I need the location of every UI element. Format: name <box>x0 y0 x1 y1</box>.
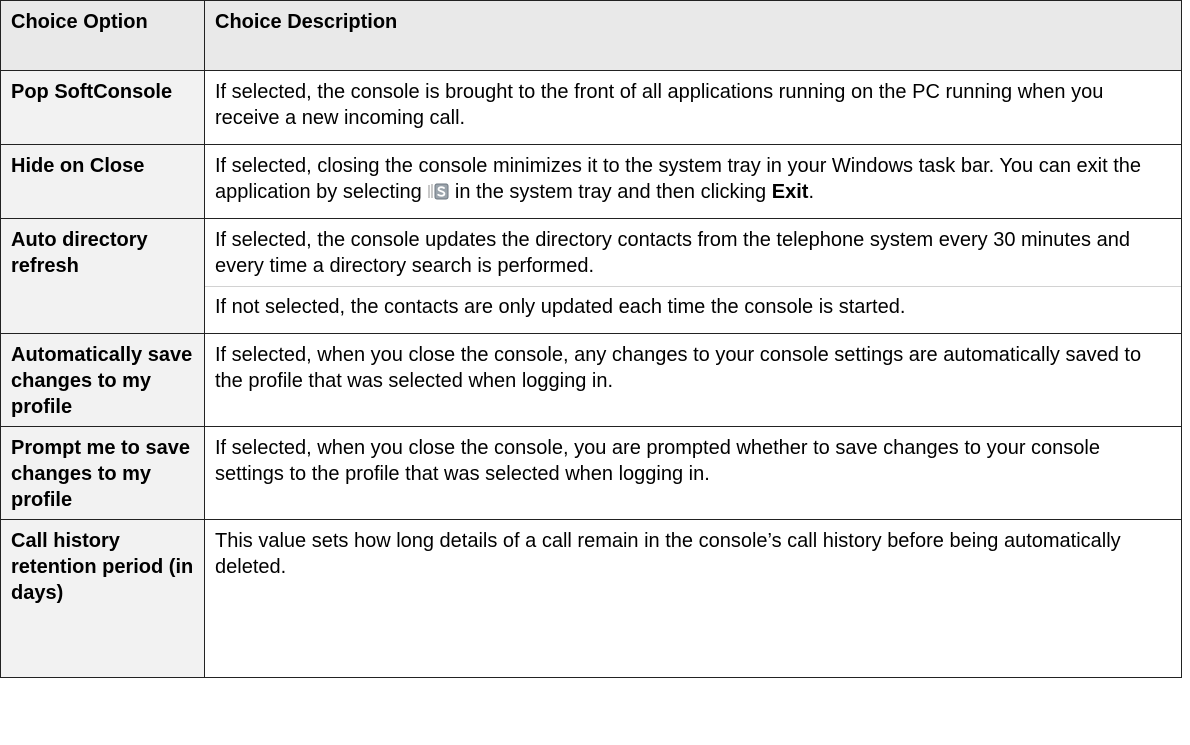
table-header-row: Choice Option Choice Description <box>0 0 1182 71</box>
table-row: Prompt me to save changes to my profile … <box>0 426 1182 520</box>
description-text: This value sets how long details of a ca… <box>215 530 1121 578</box>
option-name: Pop SoftConsole <box>0 70 205 145</box>
table-row: Automatically save changes to my profile… <box>0 333 1182 427</box>
option-name: Prompt me to save changes to my profile <box>0 426 205 520</box>
option-description: If selected, when you close the console,… <box>204 333 1182 427</box>
table-row: Pop SoftConsole If selected, the console… <box>0 70 1182 145</box>
description-text-part2: in the system tray and then clicking <box>454 181 767 203</box>
option-description: If selected, closing the console minimiz… <box>204 144 1182 219</box>
option-description: If selected, when you close the console,… <box>204 426 1182 520</box>
header-choice-description: Choice Description <box>204 0 1182 71</box>
settings-options-table: Choice Option Choice Description Pop Sof… <box>0 0 1182 678</box>
description-text: If selected, the console is brought to t… <box>215 81 1104 129</box>
description-text: If selected, closing the console minimiz… <box>215 153 1171 205</box>
softconsole-tray-icon <box>427 181 449 201</box>
description-text: If selected, when you close the console,… <box>215 344 1142 392</box>
option-name: Automatically save changes to my profile <box>0 333 205 427</box>
table-row: Auto directory refresh If selected, the … <box>0 218 1182 334</box>
description-text: If selected, the console updates the dir… <box>215 229 1130 277</box>
description-text-end: . <box>808 181 814 203</box>
option-description: If selected, the console updates the dir… <box>204 218 1182 334</box>
option-description: If selected, the console is brought to t… <box>204 70 1182 145</box>
description-note: If not selected, the contacts are only u… <box>205 286 1181 320</box>
description-text: If selected, when you close the console,… <box>215 437 1100 485</box>
exit-label: Exit <box>771 181 809 203</box>
option-name: Auto directory refresh <box>0 218 205 334</box>
header-choice-option: Choice Option <box>0 0 205 71</box>
table-row: Hide on Close If selected, closing the c… <box>0 144 1182 219</box>
option-name: Hide on Close <box>0 144 205 219</box>
table-row: Call history retention period (in days) … <box>0 519 1182 678</box>
option-description: This value sets how long details of a ca… <box>204 519 1182 678</box>
option-name: Call history retention period (in days) <box>0 519 205 678</box>
